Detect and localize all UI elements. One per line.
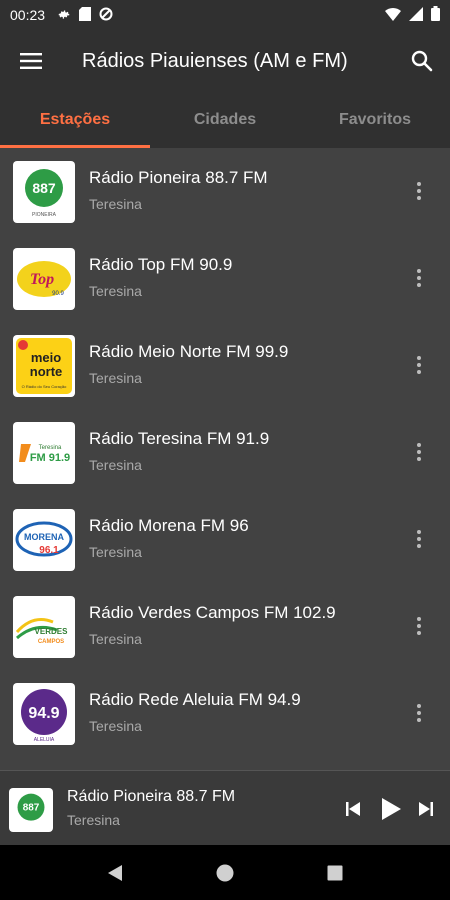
- status-bar: 00:23: [0, 0, 450, 30]
- station-name: Rádio Teresina FM 91.9: [89, 429, 270, 448]
- more-vert-icon[interactable]: [408, 263, 430, 293]
- svg-text:FM 91.9: FM 91.9: [30, 452, 70, 464]
- mini-player[interactable]: 887 Rádio Pioneira 88.7 FM Teresina: [0, 770, 450, 845]
- station-name: Rádio Morena FM 96: [89, 516, 249, 535]
- page-title: Rádios Piauienses (AM e FM): [82, 49, 348, 72]
- station-city: Teresina: [89, 631, 142, 647]
- svg-text:90.9: 90.9: [52, 291, 64, 297]
- nav-back-icon[interactable]: [95, 853, 135, 893]
- station-city: Teresina: [89, 196, 142, 212]
- skip-next-icon[interactable]: [414, 795, 438, 823]
- station-logo: Top 90.9: [13, 247, 75, 310]
- svg-text:O Rádio do Seu Coração: O Rádio do Seu Coração: [22, 384, 67, 389]
- nav-recents-icon[interactable]: [315, 853, 355, 893]
- station-city: Teresina: [89, 457, 142, 473]
- sd-card-icon: [79, 6, 92, 24]
- station-row[interactable]: meio norte O Rádio do Seu Coração Rádio …: [0, 322, 450, 409]
- tab-favoritos[interactable]: Favoritos: [300, 92, 450, 148]
- wifi-icon: [385, 7, 401, 24]
- station-row[interactable]: 887 PIONEIRA Rádio Pioneira 88.7 FM Tere…: [0, 148, 450, 235]
- station-city: Teresina: [89, 370, 142, 386]
- search-icon[interactable]: [394, 30, 450, 92]
- station-name: Rádio Verdes Campos FM 102.9: [89, 603, 336, 622]
- station-row[interactable]: VERDES CAMPOS Rádio Verdes Campos FM 102…: [0, 583, 450, 670]
- svg-text:PIONEIRA: PIONEIRA: [32, 212, 57, 218]
- status-time: 00:23: [10, 7, 46, 23]
- system-nav-bar: [0, 845, 450, 900]
- svg-text:meio: meio: [31, 350, 61, 365]
- svg-text:ALELUIA: ALELUIA: [34, 737, 55, 743]
- player-station-name: Rádio Pioneira 88.7 FM: [67, 788, 236, 805]
- station-city: Teresina: [89, 544, 142, 560]
- signal-icon: [409, 6, 423, 24]
- more-vert-icon[interactable]: [408, 611, 430, 641]
- more-vert-icon[interactable]: [408, 524, 430, 554]
- station-logo: VERDES CAMPOS: [13, 595, 75, 658]
- station-row[interactable]: Top 90.9 Rádio Top FM 90.9 Teresina: [0, 235, 450, 322]
- station-name: Rádio Pioneira 88.7 FM: [89, 168, 268, 187]
- station-list: 887 PIONEIRA Rádio Pioneira 88.7 FM Tere…: [0, 148, 450, 770]
- skip-previous-icon[interactable]: [341, 795, 365, 823]
- more-vert-icon[interactable]: [408, 350, 430, 380]
- svg-text:CAMPOS: CAMPOS: [38, 639, 64, 645]
- more-vert-icon[interactable]: [408, 437, 430, 467]
- station-logo: 887 PIONEIRA: [13, 160, 75, 223]
- tab-estacoes[interactable]: Estações: [0, 92, 150, 148]
- station-name: Rádio Meio Norte FM 99.9: [89, 342, 289, 361]
- tab-cidades[interactable]: Cidades: [150, 92, 300, 148]
- station-logo: MORENA 96.1: [13, 508, 75, 571]
- svg-text:Teresina: Teresina: [39, 445, 62, 451]
- player-logo: 887: [9, 788, 53, 832]
- station-city: Teresina: [89, 283, 142, 299]
- station-row[interactable]: MORENA 96.1 Rádio Morena FM 96 Teresina: [0, 496, 450, 583]
- svg-text:MORENA: MORENA: [24, 532, 64, 542]
- station-logo: Teresina FM 91.9: [13, 421, 75, 484]
- more-vert-icon[interactable]: [408, 698, 430, 728]
- menu-icon[interactable]: [0, 30, 62, 92]
- svg-text:VERDES: VERDES: [35, 627, 69, 636]
- nav-home-icon[interactable]: [205, 853, 245, 893]
- station-name: Rádio Top FM 90.9: [89, 255, 233, 274]
- station-name: Rádio Rede Aleluia FM 94.9: [89, 690, 301, 709]
- svg-text:96.1: 96.1: [39, 545, 59, 556]
- play-icon[interactable]: [377, 795, 405, 823]
- svg-text:887: 887: [23, 803, 40, 814]
- svg-text:887: 887: [32, 180, 56, 196]
- svg-text:norte: norte: [30, 364, 63, 379]
- data-saver-icon: [99, 7, 113, 24]
- station-row[interactable]: 94.9 ALELUIA Rádio Rede Aleluia FM 94.9 …: [0, 670, 450, 757]
- svg-text:94.9: 94.9: [28, 705, 59, 722]
- station-row-partial[interactable]: [0, 757, 450, 770]
- station-logo: meio norte O Rádio do Seu Coração: [13, 334, 75, 397]
- more-vert-icon[interactable]: [408, 176, 430, 206]
- station-logo: 94.9 ALELUIA: [13, 682, 75, 745]
- station-city: Teresina: [89, 718, 142, 734]
- player-station-city: Teresina: [67, 812, 120, 828]
- tab-bar: Estações Cidades Favoritos: [0, 92, 450, 148]
- gear-icon: [57, 7, 71, 24]
- station-row[interactable]: Teresina FM 91.9 Rádio Teresina FM 91.9 …: [0, 409, 450, 496]
- battery-icon: [431, 6, 440, 24]
- svg-text:Top: Top: [30, 271, 54, 288]
- app-bar: Rádios Piauienses (AM e FM): [0, 30, 450, 92]
